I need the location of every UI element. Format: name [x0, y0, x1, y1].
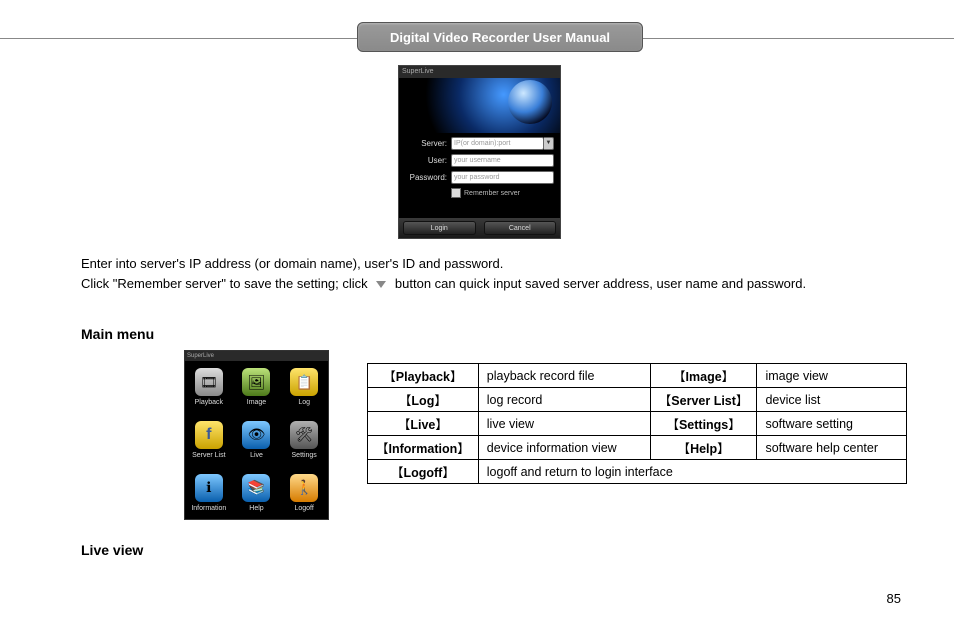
- menu-item-label: Information: [191, 505, 226, 512]
- menu-app-title: SuperLive: [185, 351, 328, 361]
- login-button[interactable]: Login: [403, 221, 476, 235]
- menu-item-label: Help: [249, 505, 263, 512]
- menu-item-label: Live: [250, 452, 263, 459]
- log-icon: 📋: [290, 368, 318, 396]
- intro-line2b: button can quick input saved server addr…: [395, 276, 806, 291]
- func-desc: image view: [757, 364, 907, 388]
- server-label: Server:: [405, 139, 447, 148]
- planet-graphic: [508, 80, 552, 124]
- menu-item-image[interactable]: 🖼 Image: [233, 361, 281, 414]
- menu-item-log[interactable]: 📋 Log: [280, 361, 328, 414]
- password-input[interactable]: your password: [451, 171, 554, 184]
- server-list-icon: f: [195, 421, 223, 449]
- func-key: 【Help】: [650, 436, 757, 460]
- main-menu-screenshot: SuperLive 🎞 Playback 🖼 Image 📋 Log f Server Lis…: [184, 350, 329, 520]
- func-desc: log record: [478, 388, 650, 412]
- menu-item-label: Playback: [195, 399, 223, 406]
- function-table: 【Playback】playback record file【Image】ima…: [367, 363, 907, 484]
- func-key: 【Logoff】: [368, 460, 479, 484]
- login-app-title: SuperLive: [399, 66, 560, 78]
- table-row: 【Playback】playback record file【Image】ima…: [368, 364, 907, 388]
- menu-item-label: Log: [298, 399, 310, 406]
- intro-line1: Enter into server's IP address (or domai…: [81, 254, 806, 274]
- func-key: 【Image】: [650, 364, 757, 388]
- server-dropdown-icon[interactable]: ▼: [544, 137, 554, 150]
- table-row: 【Log】log record【Server List】device list: [368, 388, 907, 412]
- remember-checkbox[interactable]: [451, 188, 461, 198]
- func-desc: device information view: [478, 436, 650, 460]
- settings-icon: 🛠: [290, 421, 318, 449]
- menu-item-logoff[interactable]: 🚶 Logoff: [280, 466, 328, 519]
- image-icon: 🖼: [242, 368, 270, 396]
- func-desc: logoff and return to login interface: [478, 460, 907, 484]
- func-key: 【Server List】: [650, 388, 757, 412]
- live-icon: 👁: [242, 421, 270, 449]
- intro-line2a: Click "Remember server" to save the sett…: [81, 276, 368, 291]
- menu-item-settings[interactable]: 🛠 Settings: [280, 414, 328, 467]
- menu-item-information[interactable]: ℹ Information: [185, 466, 233, 519]
- table-row: 【Live】live view【Settings】software settin…: [368, 412, 907, 436]
- help-icon: 📚: [242, 474, 270, 502]
- menu-item-playback[interactable]: 🎞 Playback: [185, 361, 233, 414]
- func-key: 【Playback】: [368, 364, 479, 388]
- section-heading-main-menu: Main menu: [81, 326, 154, 342]
- remember-label: Remember server: [464, 190, 520, 197]
- func-desc: playback record file: [478, 364, 650, 388]
- user-input[interactable]: your username: [451, 154, 554, 167]
- func-key: 【Settings】: [650, 412, 757, 436]
- menu-item-label: Server List: [192, 452, 225, 459]
- menu-item-label: Image: [247, 399, 266, 406]
- menu-item-server-list[interactable]: f Server List: [185, 414, 233, 467]
- func-desc: software help center: [757, 436, 907, 460]
- table-row: 【Information】device information view【Hel…: [368, 436, 907, 460]
- dropdown-triangle-icon: [376, 281, 386, 288]
- login-form: Server: IP(or domain):port ▼ User: your …: [399, 133, 560, 198]
- func-key: 【Log】: [368, 388, 479, 412]
- login-banner-image: [399, 78, 560, 133]
- user-label: User:: [405, 156, 447, 165]
- intro-line2: Click "Remember server" to save the sett…: [81, 274, 806, 294]
- cancel-button[interactable]: Cancel: [484, 221, 557, 235]
- func-key: 【Information】: [368, 436, 479, 460]
- func-desc: device list: [757, 388, 907, 412]
- page-number: 85: [887, 591, 901, 606]
- information-icon: ℹ: [195, 474, 223, 502]
- manual-title-banner: Digital Video Recorder User Manual: [357, 22, 643, 52]
- playback-icon: 🎞: [195, 368, 223, 396]
- menu-item-label: Logoff: [294, 505, 313, 512]
- table-row: 【Logoff】logoff and return to login inter…: [368, 460, 907, 484]
- intro-text: Enter into server's IP address (or domai…: [81, 254, 806, 294]
- login-screenshot: SuperLive Server: IP(or domain):port ▼ U…: [398, 65, 561, 239]
- logoff-icon: 🚶: [290, 474, 318, 502]
- password-label: Password:: [405, 173, 447, 182]
- func-key: 【Live】: [368, 412, 479, 436]
- section-heading-live-view: Live view: [81, 542, 143, 558]
- server-input[interactable]: IP(or domain):port: [451, 137, 544, 150]
- menu-item-help[interactable]: 📚 Help: [233, 466, 281, 519]
- menu-item-live[interactable]: 👁 Live: [233, 414, 281, 467]
- func-desc: software setting: [757, 412, 907, 436]
- menu-item-label: Settings: [292, 452, 317, 459]
- func-desc: live view: [478, 412, 650, 436]
